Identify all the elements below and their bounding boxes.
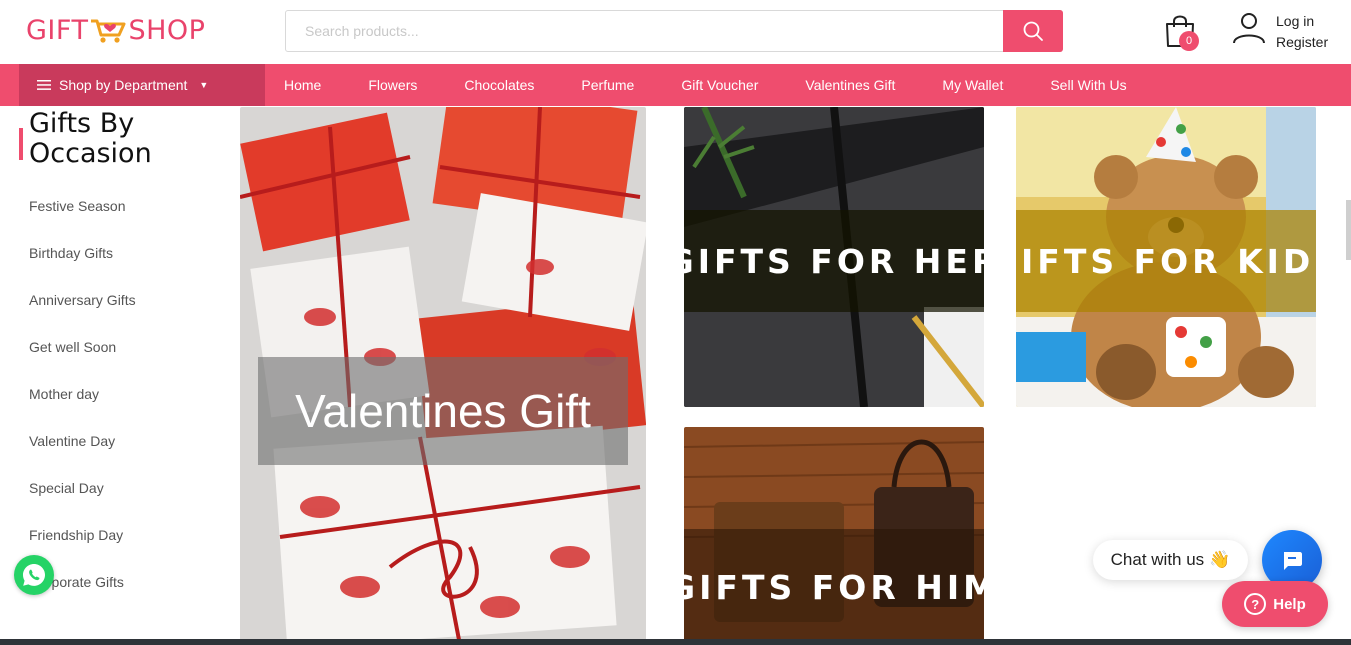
main-navigation: Shop by Department ▼ Home Flowers Chocol… <box>0 64 1351 106</box>
search-input[interactable] <box>286 11 1004 51</box>
occasion-anniversary-gifts[interactable]: Anniversary Gifts <box>29 288 136 335</box>
help-button[interactable]: ? Help <box>1222 581 1328 627</box>
logo-text-shop: SHOP <box>128 14 206 46</box>
shopping-cart-heart-icon <box>91 19 126 43</box>
caret-down-icon: ▼ <box>199 80 209 90</box>
title-accent-bar <box>19 128 23 160</box>
gifts-for-kids-caption: GIFTS FOR KIDS <box>1016 241 1316 281</box>
page-scrollbar-thumb[interactable] <box>1346 200 1351 260</box>
sidebar-title: Gifts By Occasion <box>29 109 152 169</box>
sidebar-title-line1: Gifts By <box>29 108 135 139</box>
search-icon <box>1023 21 1043 41</box>
valentines-gift-caption-band: Valentines Gift <box>258 357 628 465</box>
department-label: Shop by Department <box>59 77 188 93</box>
gifts-for-him-caption: GIFTS FOR HIM <box>684 567 984 607</box>
gifts-for-her-tile[interactable]: GIFTS FOR HER <box>684 107 984 407</box>
footer-strip <box>0 639 1351 645</box>
register-link[interactable]: Register <box>1276 32 1328 53</box>
nav-perfume[interactable]: Perfume <box>581 77 634 93</box>
site-header: GIFT SHOP 0 Log in Register <box>0 0 1351 64</box>
valentines-gift-caption: Valentines Gift <box>295 385 591 437</box>
logo-text-gift: GIFT <box>26 14 89 46</box>
gifts-for-her-band: GIFTS FOR HER <box>684 210 984 312</box>
gifts-for-her-caption: GIFTS FOR HER <box>684 241 984 281</box>
occasion-mother-day[interactable]: Mother day <box>29 382 136 429</box>
gifts-for-kids-band: GIFTS FOR KIDS <box>1016 210 1316 312</box>
nav-gift-voucher[interactable]: Gift Voucher <box>681 77 758 93</box>
user-icon[interactable] <box>1232 11 1266 45</box>
nav-links: Home Flowers Chocolates Perfume Gift Vou… <box>265 64 1155 106</box>
occasion-birthday-gifts[interactable]: Birthday Gifts <box>29 241 136 288</box>
nav-my-wallet[interactable]: My Wallet <box>942 77 1003 93</box>
waving-hand-icon: 👋 <box>1209 550 1231 569</box>
nav-sell-with-us[interactable]: Sell With Us <box>1050 77 1126 93</box>
gifts-for-kids-tile[interactable]: GIFTS FOR KIDS <box>1016 107 1316 407</box>
hamburger-icon <box>37 80 51 90</box>
help-label: Help <box>1273 595 1306 613</box>
nav-valentines-gift[interactable]: Valentines Gift <box>805 77 895 93</box>
account-links: Log in Register <box>1276 11 1328 53</box>
whatsapp-icon <box>23 564 45 586</box>
occasion-list: Festive Season Birthday Gifts Anniversar… <box>29 194 136 617</box>
chat-icon <box>1284 552 1302 570</box>
gifts-for-him-tile[interactable]: GIFTS FOR HIM <box>684 427 984 645</box>
nav-home[interactable]: Home <box>284 77 321 93</box>
valentines-gift-tile[interactable]: Valentines Gift <box>240 107 646 645</box>
gifts-for-him-band: GIFTS FOR HIM <box>684 529 984 645</box>
occasion-special-day[interactable]: Special Day <box>29 476 136 523</box>
shop-by-department-dropdown[interactable]: Shop by Department ▼ <box>19 64 265 106</box>
chat-with-us-bubble[interactable]: Chat with us 👋 <box>1093 540 1248 580</box>
cart-count-badge: 0 <box>1179 31 1199 51</box>
nav-chocolates[interactable]: Chocolates <box>464 77 534 93</box>
occasion-festive-season[interactable]: Festive Season <box>29 194 136 241</box>
question-icon: ? <box>1244 593 1267 615</box>
whatsapp-button[interactable] <box>14 555 54 595</box>
search-bar <box>285 10 1063 52</box>
chat-with-us-text: Chat with us <box>1110 550 1205 569</box>
search-button[interactable] <box>1003 10 1063 52</box>
sidebar-title-line2: Occasion <box>29 138 152 169</box>
site-logo[interactable]: GIFT SHOP <box>26 14 205 46</box>
nav-flowers[interactable]: Flowers <box>368 77 417 93</box>
login-link[interactable]: Log in <box>1276 11 1328 32</box>
occasion-get-well-soon[interactable]: Get well Soon <box>29 335 136 382</box>
occasion-valentine-day[interactable]: Valentine Day <box>29 429 136 476</box>
